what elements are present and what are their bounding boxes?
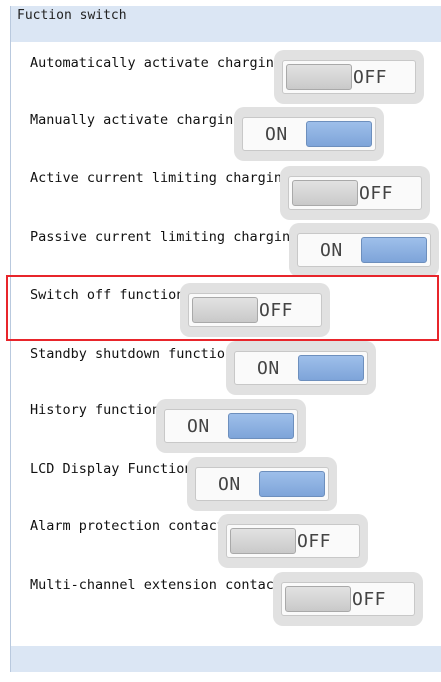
switch-frame-active-current-limiting-charging: OFF [280, 166, 430, 220]
row-label-automatically-activate-charging: Automatically activate charging [30, 55, 282, 71]
toggle-multi-channel-extension-contact[interactable]: OFF [281, 582, 415, 616]
switch-frame-lcd-display-function: ON [187, 457, 337, 511]
row-label-lcd-display-function: LCD Display Function [30, 461, 193, 477]
row-label-alarm-protection-contact: Alarm protection contact [30, 518, 226, 534]
row-label-multi-channel-extension-contact: Multi-channel extension contact [30, 577, 282, 593]
toggle-knob [192, 297, 258, 323]
toggle-passive-current-limiting-charging[interactable]: ON [297, 233, 431, 267]
panel-header: Fuction switch [11, 6, 441, 42]
toggle-switch-off-function[interactable]: OFF [188, 293, 322, 327]
toggle-knob [228, 413, 294, 439]
switch-frame-multi-channel-extension-contact: OFF [273, 572, 423, 626]
switch-frame-alarm-protection-contact: OFF [218, 514, 368, 568]
toggle-knob [292, 180, 358, 206]
toggle-state-text: OFF [258, 300, 293, 321]
switch-frame-history-function: ON [156, 399, 306, 453]
toggle-state-text: ON [257, 358, 280, 379]
panel-title: Fuction switch [17, 8, 127, 23]
switch-frame-automatically-activate-charging: OFF [274, 50, 424, 104]
toggle-knob [286, 64, 352, 90]
switch-frame-standby-shutdown-function: ON [226, 341, 376, 395]
row-label-switch-off-function: Switch off function [30, 287, 185, 303]
toggle-knob [306, 121, 372, 147]
toggle-state-text: OFF [296, 531, 331, 552]
row-label-active-current-limiting-charging: Active current limiting charging [30, 170, 291, 186]
toggle-state-text: ON [265, 124, 288, 145]
toggle-knob [361, 237, 427, 263]
switch-frame-passive-current-limiting-charging: ON [289, 223, 439, 277]
toggle-state-text: OFF [358, 183, 393, 204]
row-label-standby-shutdown-function: Standby shutdown function [30, 346, 234, 362]
toggle-state-text: ON [218, 474, 241, 495]
toggle-manually-activate-charging[interactable]: ON [242, 117, 376, 151]
toggle-knob [285, 586, 351, 612]
toggle-standby-shutdown-function[interactable]: ON [234, 351, 368, 385]
toggle-alarm-protection-contact[interactable]: OFF [226, 524, 360, 558]
toggle-lcd-display-function[interactable]: ON [195, 467, 329, 501]
row-label-manually-activate-charging: Manually activate charging [30, 112, 242, 128]
toggle-state-text: ON [320, 240, 343, 261]
row-label-passive-current-limiting-charging: Passive current limiting charging [30, 229, 299, 245]
row-label-history-function: History function [30, 402, 161, 418]
toggle-automatically-activate-charging[interactable]: OFF [282, 60, 416, 94]
toggle-state-text: OFF [352, 67, 387, 88]
toggle-active-current-limiting-charging[interactable]: OFF [288, 176, 422, 210]
switch-frame-manually-activate-charging: ON [234, 107, 384, 161]
toggle-state-text: ON [187, 416, 210, 437]
toggle-state-text: OFF [351, 589, 386, 610]
toggle-knob [230, 528, 296, 554]
toggle-history-function[interactable]: ON [164, 409, 298, 443]
toggle-knob [298, 355, 364, 381]
toggle-knob [259, 471, 325, 497]
switch-frame-switch-off-function: OFF [180, 283, 330, 337]
